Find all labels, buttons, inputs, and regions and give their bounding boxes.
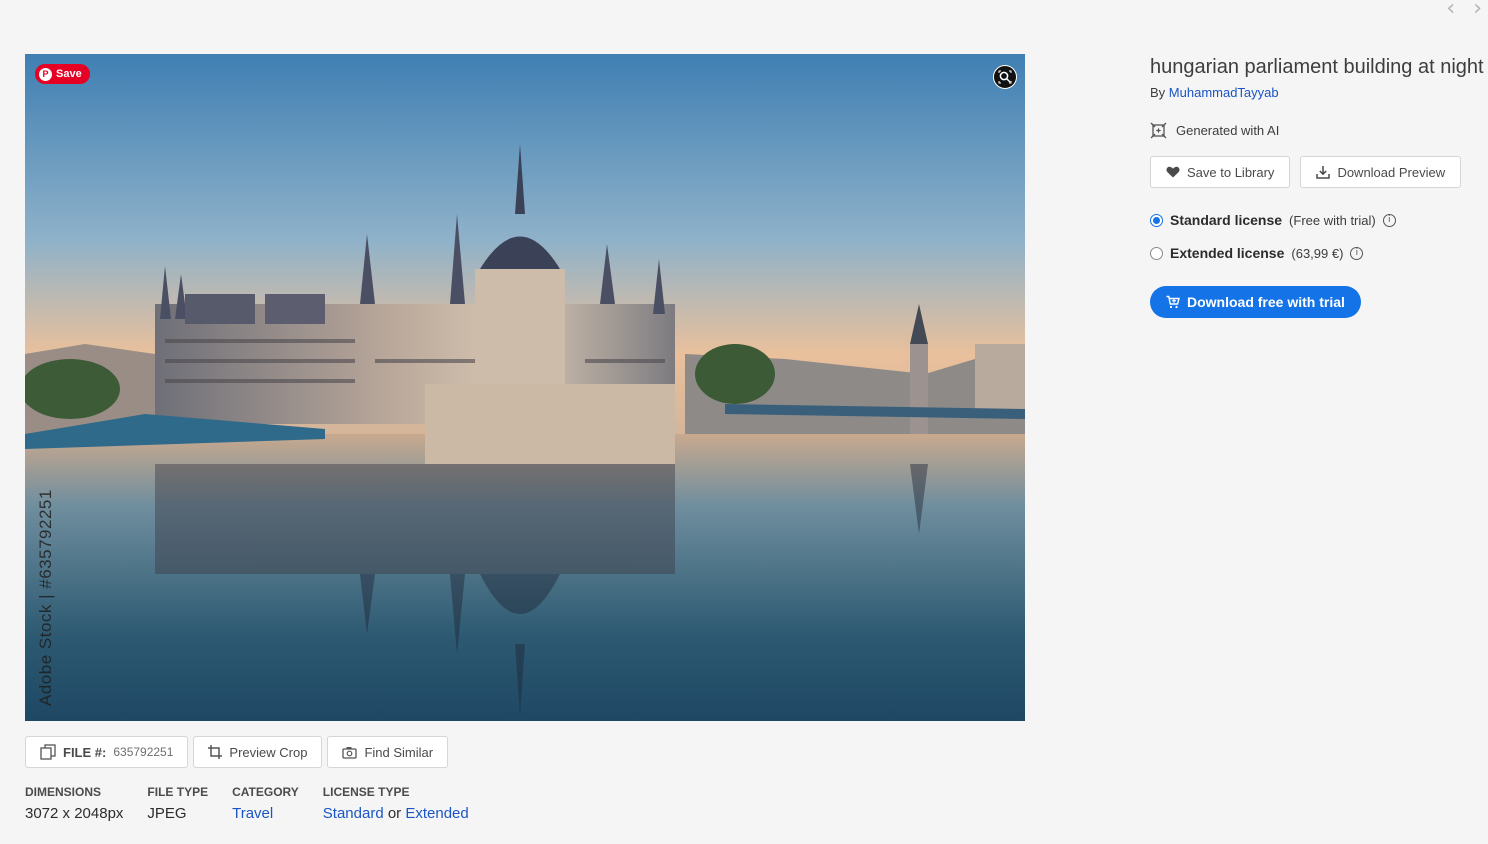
download-free-trial-label: Download free with trial <box>1187 294 1345 310</box>
visual-search-button[interactable] <box>993 65 1017 89</box>
category: CATEGORY Travel <box>232 785 299 822</box>
filetype-value: JPEG <box>147 805 187 822</box>
extended-license-link[interactable]: Extended <box>405 805 468 822</box>
find-similar-label: Find Similar <box>364 744 434 760</box>
author-link[interactable]: MuhammadTayyab <box>1169 85 1279 100</box>
pinterest-save-label: Save <box>56 68 82 80</box>
details-panel: hungarian parliament building at night B… <box>1150 56 1484 318</box>
prev-arrow-icon[interactable]: ‹ <box>1446 0 1455 20</box>
camera-icon <box>342 746 358 759</box>
license-options: Standard license (Free with trial) i Ext… <box>1150 210 1480 263</box>
image-nav: ‹ › <box>1446 0 1482 20</box>
pinterest-save-button[interactable]: P Save <box>35 64 90 84</box>
dimensions: DIMENSIONS 3072 x 2048px <box>25 785 123 822</box>
download-icon <box>1316 166 1331 179</box>
extended-license-radio[interactable] <box>1150 246 1163 260</box>
preview-crop-button[interactable]: Preview Crop <box>193 736 323 768</box>
heart-icon <box>1166 166 1180 178</box>
ai-generated-icon <box>1150 122 1167 139</box>
standard-license-radio[interactable] <box>1150 213 1163 227</box>
pinterest-icon: P <box>39 67 52 81</box>
copy-icon <box>40 744 56 760</box>
file-type: FILE TYPE JPEG <box>147 785 208 822</box>
info-icon[interactable]: i <box>1350 246 1364 260</box>
dimensions-label: DIMENSIONS <box>25 785 102 799</box>
extended-license-price: (63,99 €) <box>1291 245 1344 261</box>
download-preview-button[interactable]: Download Preview <box>1300 156 1462 188</box>
download-free-trial-button[interactable]: Download free with trial <box>1150 286 1361 318</box>
license-or: or <box>387 805 402 822</box>
preview-crop-label: Preview Crop <box>229 744 308 760</box>
file-label: FILE #: <box>63 744 107 760</box>
cart-icon <box>1166 295 1180 309</box>
asset-actions: Save to Library Download Preview <box>1150 156 1480 188</box>
info-icon[interactable]: i <box>1382 213 1396 227</box>
file-number-button[interactable]: FILE #: 635792251 <box>25 736 189 768</box>
image-tools: FILE #: 635792251 Preview Crop Find Simi… <box>25 736 449 768</box>
filetype-label: FILE TYPE <box>147 785 209 799</box>
by-label: By <box>1150 85 1166 100</box>
save-to-library-label: Save to Library <box>1187 164 1275 180</box>
standard-license-link[interactable]: Standard <box>323 805 384 822</box>
standard-license-label: Standard license <box>1170 212 1283 228</box>
dimensions-value: 3072 x 2048px <box>25 805 124 822</box>
ai-label: Generated with AI <box>1176 123 1280 138</box>
extended-license-label: Extended license <box>1170 245 1285 261</box>
generated-with-ai: Generated with AI <box>1150 122 1480 139</box>
crop-icon <box>208 745 223 759</box>
license-type: LICENSE TYPE Standard or Extended <box>323 785 469 822</box>
license-type-label: LICENSE TYPE <box>322 785 410 799</box>
file-number: 635792251 <box>113 745 174 759</box>
find-similar-button[interactable]: Find Similar <box>327 736 449 768</box>
extended-license-option[interactable]: Extended license (63,99 €) i <box>1150 243 1480 263</box>
asset-title: hungarian parliament building at night <box>1150 56 1484 78</box>
next-arrow-icon[interactable]: › <box>1473 0 1482 20</box>
adobe-stock-watermark: Adobe Stock | #635792251 <box>36 489 55 706</box>
category-link[interactable]: Travel <box>232 805 273 822</box>
byline: By MuhammadTayyab <box>1150 85 1480 100</box>
standard-license-note: (Free with trial) <box>1289 212 1376 228</box>
save-to-library-button[interactable]: Save to Library <box>1150 156 1291 188</box>
image-metadata: DIMENSIONS 3072 x 2048px FILE TYPE JPEG … <box>25 785 469 822</box>
category-label: CATEGORY <box>232 785 299 799</box>
standard-license-option[interactable]: Standard license (Free with trial) i <box>1150 210 1480 230</box>
download-preview-label: Download Preview <box>1337 164 1446 180</box>
parliament-photo <box>25 54 1025 721</box>
visual-search-icon <box>998 70 1012 84</box>
main-image[interactable] <box>25 54 1025 721</box>
